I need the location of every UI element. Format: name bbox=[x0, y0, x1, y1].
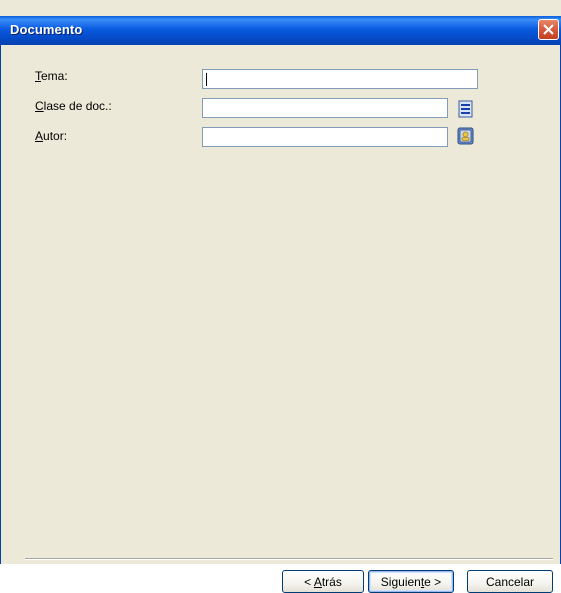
next-button-pre: Siguien bbox=[380, 574, 421, 589]
next-button[interactable]: Siguiente > bbox=[368, 570, 454, 593]
list-icon bbox=[458, 100, 473, 118]
clase-doc-input[interactable] bbox=[202, 98, 448, 118]
autor-input[interactable] bbox=[202, 127, 448, 147]
close-icon bbox=[543, 24, 554, 35]
tema-input[interactable] bbox=[202, 69, 478, 89]
tema-label: Tema: bbox=[35, 69, 68, 83]
back-button[interactable]: < Atrás bbox=[282, 570, 364, 593]
text-caret bbox=[206, 73, 207, 86]
back-button-rest: trás bbox=[321, 574, 342, 589]
title-bar[interactable]: Documento bbox=[0, 16, 561, 45]
dialog-content: Tema: Clase de doc.: Autor: < Atrás Sigu… bbox=[0, 45, 561, 593]
dialog-window: Documento Tema: Clase de doc.: Autor: < … bbox=[0, 0, 561, 593]
clase-doc-picker-button[interactable] bbox=[457, 100, 474, 118]
window-title: Documento bbox=[10, 22, 83, 37]
address-book-icon bbox=[457, 127, 474, 145]
close-button[interactable] bbox=[538, 19, 559, 40]
back-button-prefix: < bbox=[304, 574, 314, 589]
back-button-accel: A bbox=[313, 574, 322, 589]
footer-separator bbox=[25, 558, 553, 560]
next-button-rest: e > bbox=[424, 574, 442, 589]
autor-label: Autor: bbox=[35, 129, 68, 143]
clase-doc-label: Clase de doc.: bbox=[35, 99, 112, 113]
autor-picker-button[interactable] bbox=[457, 127, 474, 145]
cancel-button[interactable]: Cancelar bbox=[467, 570, 553, 593]
